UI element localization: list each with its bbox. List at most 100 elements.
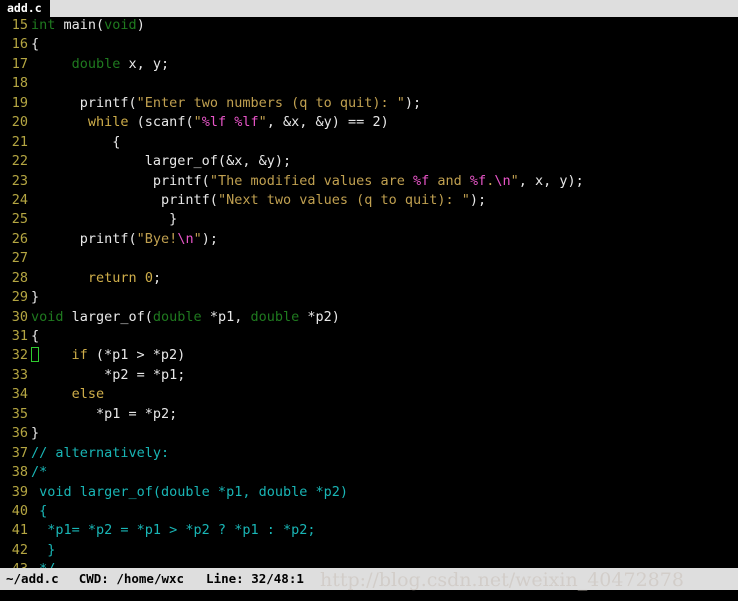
token-comment: *p1= *p2 = *p1 > *p2 ? *p1 : *p2;: [31, 522, 316, 539]
tab-add-c[interactable]: add.c: [0, 0, 50, 17]
code-line[interactable]: 17 double x, y;: [0, 56, 738, 75]
line-number: 22: [11, 153, 28, 170]
code-line-content: }: [28, 425, 39, 441]
token-plain: x, y;: [120, 55, 170, 72]
token-plain: }: [31, 425, 40, 442]
token-type-keyword: void: [104, 17, 137, 33]
code-line[interactable]: 36}: [0, 425, 738, 444]
code-line[interactable]: 16{: [0, 36, 738, 55]
code-line[interactable]: 22 larger_of(&x, &y);: [0, 153, 738, 172]
code-line[interactable]: 21 {: [0, 134, 738, 153]
token-comment: void larger_of(double *p1, double *p2): [31, 483, 348, 500]
line-number: 34: [11, 386, 28, 403]
token-string: and: [429, 172, 470, 189]
line-number: 17: [11, 55, 28, 72]
code-line[interactable]: 19 printf("Enter two numbers (q to quit)…: [0, 95, 738, 114]
code-line[interactable]: 28 return 0;: [0, 270, 738, 289]
code-line-content: }: [28, 542, 55, 558]
code-line[interactable]: 38/*: [0, 464, 738, 483]
token-plain: printf(: [31, 230, 137, 247]
token-control-keyword: while: [87, 114, 129, 131]
text-cursor: [31, 347, 39, 363]
token-plain: larger_of(: [63, 308, 153, 325]
token-control-keyword: return: [87, 269, 137, 286]
code-line[interactable]: 31{: [0, 328, 738, 347]
code-line-content: }: [28, 211, 177, 227]
status-file-path: ~/add.c: [6, 571, 59, 586]
code-line[interactable]: 32 if (*p1 > *p2): [0, 347, 738, 366]
code-line[interactable]: 41 *p1= *p2 = *p1 > *p2 ? *p1 : *p2;: [0, 522, 738, 541]
code-line[interactable]: 33 *p2 = *p1;: [0, 367, 738, 386]
code-line[interactable]: 42 }: [0, 542, 738, 561]
token-control-keyword: if: [71, 347, 88, 364]
code-line-content: */: [28, 561, 55, 568]
code-line[interactable]: 25 }: [0, 211, 738, 230]
token-string: ": [193, 230, 202, 247]
code-line-content: double x, y;: [28, 55, 170, 72]
token-plain: *p2): [299, 308, 340, 325]
code-line-content: larger_of(&x, &y);: [28, 153, 291, 169]
token-escape-sequence: %f: [413, 172, 430, 189]
token-plain: printf(: [31, 191, 218, 208]
token-type-keyword: double: [250, 308, 300, 325]
token-plain: main(: [55, 17, 105, 33]
line-number: 41: [11, 522, 28, 539]
token-escape-sequence: \n: [177, 230, 194, 247]
code-line[interactable]: 26 printf("Bye!\n");: [0, 231, 738, 250]
token-type-keyword: double: [152, 308, 202, 325]
code-line[interactable]: 39 void larger_of(double *p1, double *p2…: [0, 484, 738, 503]
code-line[interactable]: 37// alternatively:: [0, 445, 738, 464]
code-line-content: {: [28, 36, 39, 52]
code-line[interactable]: 35 *p1 = *p2;: [0, 406, 738, 425]
line-number: 39: [11, 483, 28, 500]
code-line-content: *p1= *p2 = *p1 > *p2 ? *p1 : *p2;: [28, 522, 315, 538]
token-string: "The modified values are: [209, 172, 414, 189]
token-plain: ;: [152, 269, 162, 286]
code-line[interactable]: 23 printf("The modified values are %f an…: [0, 173, 738, 192]
line-number: 30: [11, 308, 28, 325]
token-plain: );: [201, 230, 218, 247]
code-line-content: printf("Next two values (q to quit): ");: [28, 192, 486, 208]
code-editor-pane[interactable]: 15 int main(void) 16{17 double x, y; 18 19 p…: [0, 17, 738, 568]
token-plain: (*p1 > *p2): [87, 347, 186, 364]
token-string: ": [510, 172, 519, 189]
code-line[interactable]: 18: [0, 75, 738, 94]
token-plain: *p1 = *p2;: [31, 405, 178, 422]
code-line[interactable]: 40 {: [0, 503, 738, 522]
line-number: 29: [11, 289, 28, 306]
line-number: 23: [11, 172, 28, 189]
token-escape-sequence: %lf: [201, 114, 227, 131]
tab-bar: add.c: [0, 0, 738, 17]
code-line-content: printf("The modified values are %f and %…: [28, 173, 584, 189]
code-line[interactable]: 20 while (scanf("%lf %lf", &x, &y) == 2): [0, 114, 738, 133]
line-number: 21: [11, 133, 28, 150]
line-number: 35: [11, 405, 28, 422]
line-number: 32: [11, 347, 28, 364]
line-number: 18: [11, 75, 28, 92]
code-line-content: {: [28, 503, 47, 519]
token-type-keyword: int: [31, 17, 56, 33]
code-line[interactable]: 43 */: [0, 561, 738, 568]
code-line-content: int main(void): [28, 17, 145, 33]
token-plain: larger_of(&x, &y);: [31, 153, 292, 170]
token-plain: *p1,: [201, 308, 251, 325]
code-line[interactable]: 30 void larger_of(double *p1, double *p2): [0, 309, 738, 328]
bottom-filler: [0, 590, 738, 601]
code-line[interactable]: 24 printf("Next two values (q to quit): …: [0, 192, 738, 211]
code-line[interactable]: 29}: [0, 289, 738, 308]
code-line-content: *p2 = *p1;: [28, 367, 185, 383]
code-line[interactable]: 15 int main(void): [0, 17, 738, 36]
token-type-keyword: void: [31, 308, 64, 325]
token-plain: );: [469, 191, 487, 208]
code-line[interactable]: 27: [0, 250, 738, 269]
line-number: 31: [11, 328, 28, 344]
code-line[interactable]: 34 else: [0, 386, 738, 405]
status-cwd: CWD: /home/wxc: [78, 571, 185, 586]
code-line-content: return 0;: [28, 270, 161, 286]
line-number: 40: [11, 502, 28, 519]
token-string: "Bye!: [136, 230, 178, 247]
code-line-content: else: [28, 386, 105, 402]
